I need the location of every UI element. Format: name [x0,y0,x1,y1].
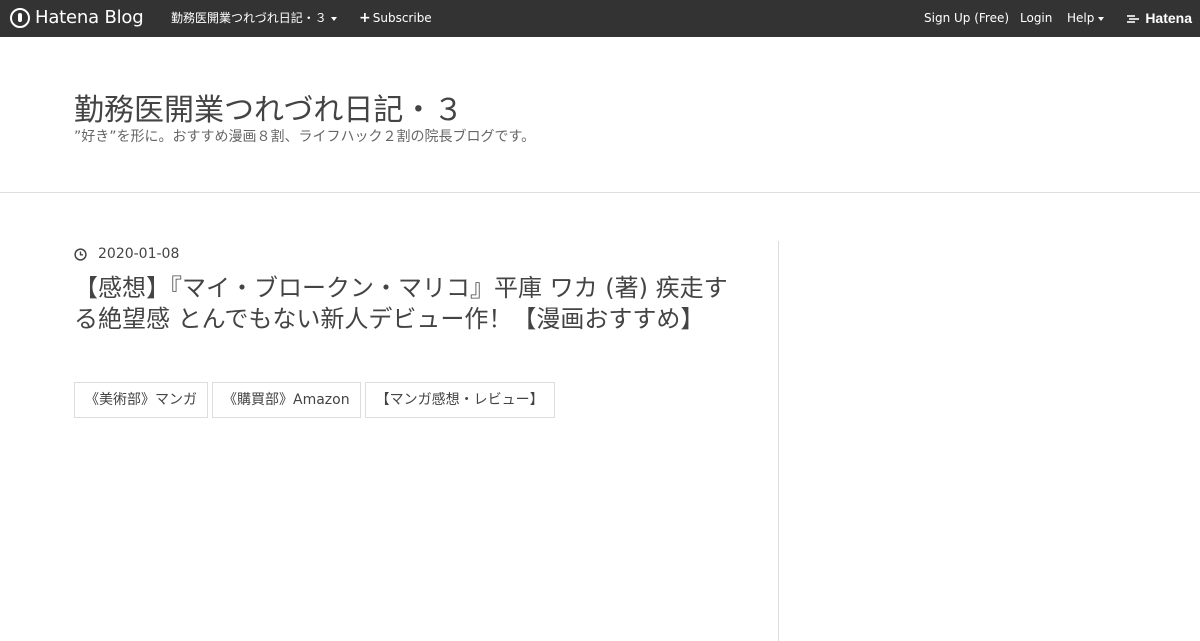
hatena-logo-text: Hatena [1145,10,1192,26]
sidebar-divider [778,241,779,641]
blog-header: 勤務医開業つれづれ日記・３ ”好き”を形に。おすすめ漫画８割、ライフハック２割の… [0,37,1200,193]
category-link[interactable]: 《購買部》Amazon [212,382,361,418]
entry-categories: 《美術部》マンガ 《購買部》Amazon 【マンガ感想・レビュー】 [74,382,559,418]
subscribe-button[interactable]: + Subscribe [359,0,432,37]
hatena-blog-logo[interactable]: Hatena Blog [10,7,144,28]
hatena-blog-icon [10,7,30,28]
help-label: Help [1067,11,1095,25]
main-content: 2020-01-08 【感想】『マイ・ブロークン・マリコ』平庫 ワカ (著) 疾… [0,193,1200,641]
subscribe-label: Subscribe [372,11,432,25]
login-link[interactable]: Login [1020,0,1052,37]
brand-text: Hatena Blog [35,7,144,28]
blog-title[interactable]: 勤務医開業つれづれ日記・３ [74,85,463,129]
clock-icon [74,247,87,261]
entry-date-text: 2020-01-08 [98,246,180,262]
global-header: Hatena Blog 勤務医開業つれづれ日記・３ + Subscribe Sig… [0,0,1200,37]
chevron-down-icon [1098,16,1105,21]
blog-menu-dropdown[interactable]: 勤務医開業つれづれ日記・３ [171,0,337,37]
entry-date[interactable]: 2020-01-08 [74,246,179,262]
entry-title[interactable]: 【感想】『マイ・ブロークン・マリコ』平庫 ワカ (著) 疾走する絶望感 とんでも… [74,273,734,335]
hatena-logo-icon [1127,14,1140,23]
hatena-logo[interactable]: Hatena [1126,0,1192,37]
chevron-down-icon [330,16,337,21]
signup-link[interactable]: Sign Up (Free) [924,0,1009,37]
category-link[interactable]: 《美術部》マンガ [74,382,208,418]
help-dropdown[interactable]: Help [1067,0,1105,37]
blog-menu-label: 勤務医開業つれづれ日記・３ [171,11,327,25]
category-link[interactable]: 【マンガ感想・レビュー】 [364,382,555,418]
blog-description: ”好き”を形に。おすすめ漫画８割、ライフハック２割の院長ブログです。 [74,129,536,145]
plus-icon: + [359,10,371,26]
